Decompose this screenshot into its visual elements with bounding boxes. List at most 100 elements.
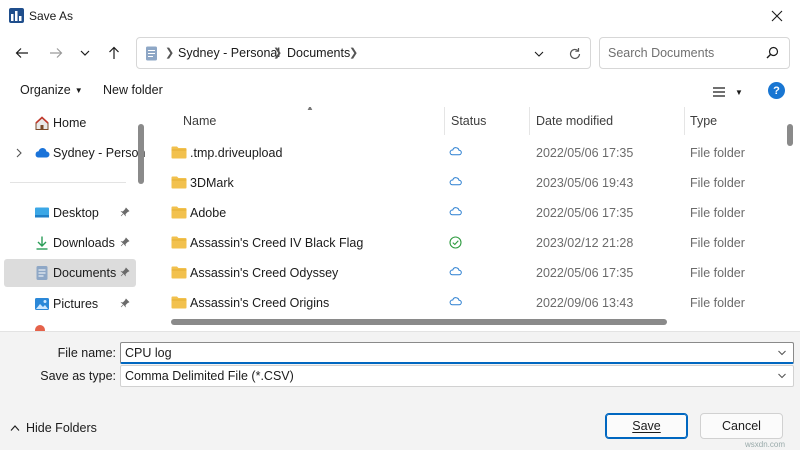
help-button[interactable]: ? [768,82,785,99]
breadcrumb-documents[interactable]: Documents [287,46,350,60]
breadcrumb-sydney-personal[interactable]: Sydney - Personal [178,46,280,60]
caret-down-icon: ▼ [735,87,743,97]
table-row[interactable]: Adobe 2022/05/06 17:35 File folder [155,198,785,228]
command-bar: Organize ▼ New folder ▼ [0,77,800,105]
app-icon [9,8,24,23]
cloud-status-icon [449,147,462,156]
list-vertical-scrollbar[interactable] [787,124,793,146]
folder-icon [171,266,187,279]
chevron-down-icon[interactable] [777,371,787,381]
documents-icon [36,266,48,280]
view-options-button[interactable]: ▼ [712,83,746,101]
file-name-label: File name: [57,346,116,360]
pictures-icon [35,298,49,310]
nav-item-downloads[interactable]: Downloads [4,229,136,257]
pin-icon [120,237,130,247]
column-header-type[interactable]: Type [690,107,717,135]
forward-button[interactable] [43,40,69,66]
hide-folders-label: Hide Folders [26,421,97,435]
nav-item-sydney-personal[interactable]: Sydney - Person [4,139,145,167]
address-bar[interactable]: ❯ Sydney - Personal ❯ Documents ❯ [136,37,591,69]
breadcrumb-separator[interactable]: ❯ [349,46,358,59]
refresh-button[interactable] [564,44,586,64]
chevron-down-icon[interactable] [777,348,787,358]
file-name-cell: Assassin's Creed IV Black Flag [190,236,364,250]
save-as-type-select[interactable]: Comma Delimited File (*.CSV) [120,365,794,387]
folder-icon [171,236,187,249]
hide-folders-button[interactable]: Hide Folders [10,421,97,435]
file-name-cell: Assassin's Creed Odyssey [190,266,339,280]
table-row[interactable]: Assassin's Creed IV Black Flag 2023/02/12… [155,228,785,258]
cancel-button[interactable]: Cancel [700,413,783,439]
up-button[interactable] [101,40,127,66]
nav-item-pictures[interactable]: Pictures [4,290,136,318]
breadcrumb-separator: ❯ [273,47,283,59]
search-input[interactable] [606,44,756,62]
nav-label: Home [53,116,87,130]
cloud-status-icon [449,297,462,306]
download-icon [36,236,48,250]
organize-label: Organize [20,83,71,97]
file-name-cell: Assassin's Creed Origins [190,296,330,310]
type-cell: File folder [690,176,745,190]
column-separator[interactable] [444,107,445,135]
chevron-down-icon [80,50,90,56]
recent-locations-button[interactable] [72,40,98,66]
arrow-left-icon [15,48,28,58]
table-row[interactable]: Assassin's Creed Odyssey 2022/05/06 17:35… [155,258,785,288]
navigation-pane: Home Sydney - Person Desktop Downloads D… [0,107,150,331]
date-modified-cell: 2022/05/06 17:35 [536,266,634,280]
type-cell: File folder [690,266,745,280]
save-as-type-label: Save as type: [40,369,116,383]
nav-item-home[interactable]: Home [4,109,136,137]
table-row[interactable]: Assassin's Creed Origins 2022/09/06 13:43… [155,288,785,318]
search-icon[interactable] [766,46,779,59]
date-modified-cell: 2022/09/06 13:43 [536,296,634,310]
back-button[interactable] [9,40,35,66]
column-header-name[interactable]: Name [183,107,216,135]
nav-item-desktop[interactable]: Desktop [4,199,136,227]
caret-up-icon [10,425,20,431]
file-name-input[interactable] [125,345,765,361]
table-row[interactable]: 3DMark 2023/05/06 19:43 File folder [155,168,785,198]
home-icon [35,116,49,130]
refresh-icon [569,48,581,60]
folder-icon [171,146,187,159]
nav-label: Documents [53,266,117,280]
breadcrumb-separator: ❯ [165,47,175,59]
type-cell: File folder [690,236,745,250]
nav-scrollbar[interactable] [138,124,144,184]
date-modified-cell: 2023/05/06 19:43 [536,176,634,190]
new-folder-button[interactable]: New folder [103,83,163,97]
column-separator[interactable] [529,107,530,135]
pin-icon [120,267,130,277]
file-name-cell: Adobe [190,206,227,220]
list-horizontal-scrollbar[interactable] [171,319,667,325]
pin-icon [120,298,130,308]
column-separator[interactable] [684,107,685,135]
folder-icon [171,296,187,309]
nav-label: Desktop [53,206,99,220]
date-modified-cell: 2022/05/06 17:35 [536,206,634,220]
file-name-combobox[interactable] [120,342,794,364]
caret-down-icon: ▼ [74,86,83,96]
list-view-icon [713,87,725,97]
column-header-status[interactable]: Status [451,107,486,135]
type-cell: File folder [690,206,745,220]
nav-item-documents[interactable]: Documents [4,259,136,287]
table-row[interactable]: .tmp.driveupload 2022/05/06 17:35 File fol… [155,138,785,168]
organize-button[interactable]: Organize ▼ [20,83,83,97]
chevron-right-icon[interactable] [15,148,23,158]
search-box[interactable] [599,37,790,69]
nav-divider [10,182,126,183]
cloud-status-icon [449,177,462,186]
address-dropdown-button[interactable] [529,45,549,63]
save-button[interactable]: Save [605,413,688,439]
nav-label: Downloads [53,236,115,250]
cloud-status-icon [449,267,462,276]
close-icon [771,10,783,22]
close-button[interactable] [754,0,800,32]
folder-icon [171,176,187,189]
column-header-date-modified[interactable]: Date modified [536,107,613,135]
file-name-cell: 3DMark [190,176,234,190]
